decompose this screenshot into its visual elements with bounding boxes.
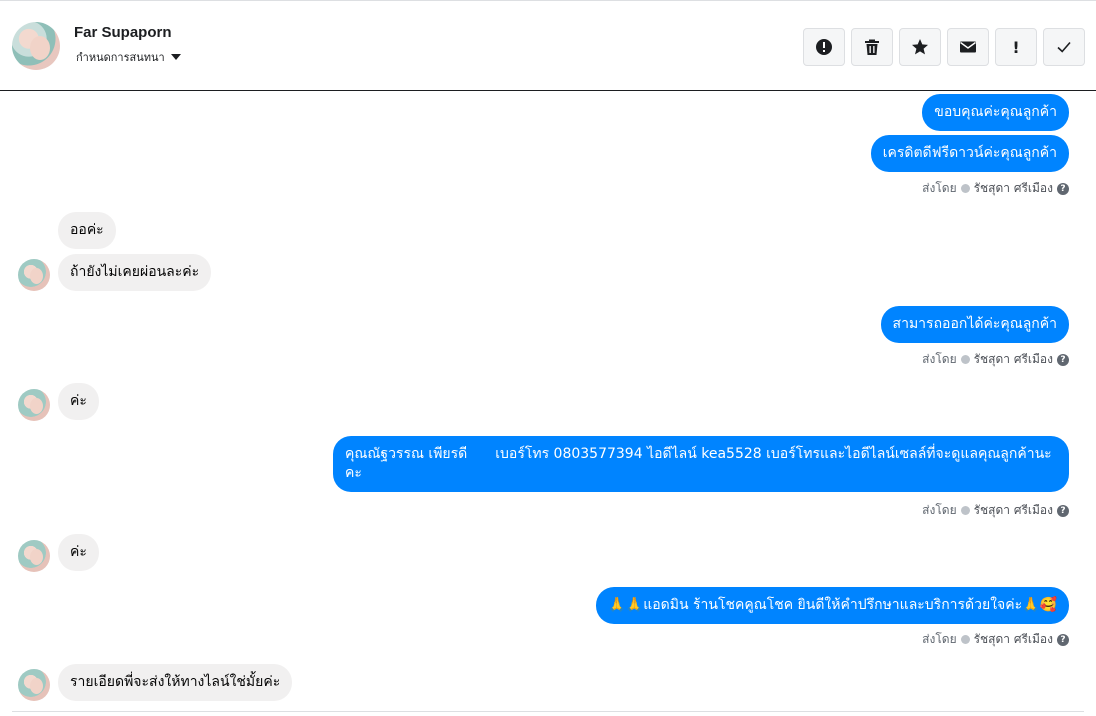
- star-icon: [912, 39, 928, 55]
- agent-status-icon: [960, 184, 970, 193]
- outgoing-message[interactable]: ขอบคุณค่ะคุณลูกค้า: [922, 94, 1069, 131]
- incoming-message[interactable]: รายเอียดพี่จะส่งให้ทางไลน์ใช่มั้ยค่ะ: [58, 664, 293, 701]
- sent-by-prefix: ส่งโดย: [922, 632, 957, 646]
- help-icon[interactable]: ?: [1057, 504, 1069, 517]
- sent-by-prefix: ส่งโดย: [922, 181, 957, 195]
- outgoing-message[interactable]: สามารถออกได้ค่ะคุณลูกค้า: [880, 306, 1069, 343]
- sent-by-prefix: ส่งโดย: [922, 503, 957, 517]
- agent-status-icon: [960, 635, 970, 644]
- help-icon[interactable]: ?: [1057, 353, 1069, 366]
- exclamation-icon: !: [1012, 37, 1020, 57]
- agent-status-icon: [960, 506, 970, 515]
- outgoing-message[interactable]: เครดิตดีฟรีดาวน์ค่ะคุณลูกค้า: [870, 135, 1069, 172]
- sent-by-info: ส่งโดย รัชสุดา ศรีเมือง ?: [922, 179, 1069, 198]
- sent-by-info: ส่งโดย รัชสุดา ศรีเมือง ?: [922, 501, 1069, 520]
- message-text: คุณณัฐวรรณ เพียรดี: [345, 446, 468, 462]
- agent-status-icon: [960, 355, 970, 364]
- message-thread[interactable]: ขอบคุณค่ะคุณลูกค้า เครดิตดีฟรีดาวน์ค่ะคุ…: [0, 92, 1096, 716]
- conversation-header: Far Supaporn กำหนดการสนทนา !: [0, 0, 1096, 91]
- contact-avatar-small: [18, 259, 50, 291]
- incoming-message[interactable]: ค่ะ: [58, 383, 99, 420]
- trash-icon: [865, 39, 879, 55]
- envelope-icon: [960, 41, 976, 53]
- composer-divider: [12, 711, 1084, 712]
- sent-by-agent[interactable]: รัชสุดา ศรีเมือง: [974, 630, 1053, 649]
- contact-avatar-small: [18, 540, 50, 572]
- caret-down-icon: [170, 54, 181, 60]
- incoming-message[interactable]: ออค่ะ: [58, 212, 116, 249]
- sent-by-info: ส่งโดย รัชสุดา ศรีเมือง ?: [922, 630, 1069, 649]
- help-icon[interactable]: ?: [1057, 633, 1069, 646]
- incoming-message[interactable]: ถ้ายังไม่เคยผ่อนละค่ะ: [58, 254, 212, 291]
- flag-button[interactable]: !: [995, 28, 1037, 66]
- outgoing-message[interactable]: คุณณัฐวรรณ เพียรดี เบอร์โทร 0803577394 ไอ…: [333, 436, 1069, 492]
- delete-button[interactable]: [851, 28, 893, 66]
- sent-by-prefix: ส่งโดย: [922, 352, 957, 366]
- conversation-toolbar: !: [803, 28, 1085, 66]
- sent-by-agent[interactable]: รัชสุดา ศรีเมือง: [974, 501, 1053, 520]
- star-button[interactable]: [899, 28, 941, 66]
- conversation-schedule-dropdown[interactable]: กำหนดการสนทนา: [76, 48, 181, 66]
- contact-avatar-small: [18, 389, 50, 421]
- contact-name[interactable]: Far Supaporn: [74, 24, 172, 41]
- contact-avatar-small: [18, 669, 50, 701]
- help-icon[interactable]: ?: [1057, 182, 1069, 195]
- check-icon: [1057, 41, 1071, 53]
- sent-by-agent[interactable]: รัชสุดา ศรีเมือง: [974, 179, 1053, 198]
- contact-avatar[interactable]: [12, 22, 60, 70]
- outgoing-message[interactable]: 🙏🙏แอดมิน ร้านโชคคูณโชค ยินดีให้คำปรึกษาแ…: [596, 587, 1069, 624]
- incoming-message[interactable]: ค่ะ: [58, 534, 99, 571]
- mark-done-button[interactable]: [1043, 28, 1085, 66]
- sent-by-agent[interactable]: รัชสุดา ศรีเมือง: [974, 350, 1053, 369]
- conversation-schedule-label: กำหนดการสนทนา: [76, 51, 165, 64]
- sent-by-info: ส่งโดย รัชสุดา ศรีเมือง ?: [922, 350, 1069, 369]
- mark-unread-button[interactable]: [947, 28, 989, 66]
- alert-circle-icon: [816, 39, 832, 55]
- mark-spam-button[interactable]: [803, 28, 845, 66]
